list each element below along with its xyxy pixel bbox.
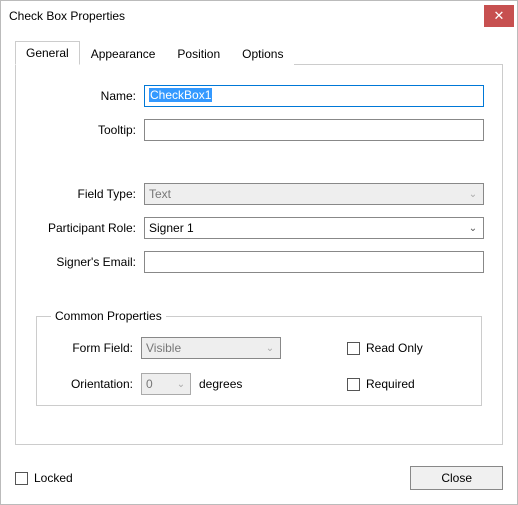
- required-label: Required: [366, 377, 415, 391]
- tab-general[interactable]: General: [15, 41, 80, 65]
- form-field-label: Form Field:: [51, 341, 141, 355]
- locked-checkbox[interactable]: Locked: [15, 471, 73, 485]
- titlebar: Check Box Properties ✕: [1, 1, 517, 31]
- participant-role-value: Signer 1: [149, 221, 194, 235]
- chevron-down-icon: ⌄: [465, 186, 481, 202]
- locked-label: Locked: [34, 471, 73, 485]
- tab-appearance[interactable]: Appearance: [80, 42, 167, 65]
- read-only-label: Read Only: [366, 341, 423, 355]
- orientation-value: 0: [146, 377, 153, 391]
- signers-email-input[interactable]: [144, 251, 484, 273]
- tooltip-label: Tooltip:: [34, 123, 144, 137]
- tab-options[interactable]: Options: [231, 42, 294, 65]
- name-input[interactable]: CheckBox1: [144, 85, 484, 107]
- window-title: Check Box Properties: [9, 9, 484, 23]
- required-checkbox[interactable]: Required: [347, 377, 467, 391]
- checkbox-icon: [347, 342, 360, 355]
- common-properties-group: Common Properties Form Field: Visible ⌄ …: [36, 309, 482, 406]
- participant-role-label: Participant Role:: [34, 221, 144, 235]
- field-type-value: Text: [149, 187, 171, 201]
- chevron-down-icon[interactable]: ⌄: [465, 220, 481, 236]
- form-field-value: Visible: [146, 341, 181, 355]
- form-field-select: Visible ⌄: [141, 337, 281, 359]
- dialog-window: Check Box Properties ✕ General Appearanc…: [0, 0, 518, 505]
- field-type-label: Field Type:: [34, 187, 144, 201]
- tabpage-general: Name: CheckBox1 Tooltip: Field Type: Tex…: [15, 65, 503, 445]
- close-icon[interactable]: ✕: [484, 5, 514, 27]
- degrees-label: degrees: [199, 377, 242, 391]
- dialog-footer: Locked Close: [15, 466, 503, 490]
- orientation-select: 0 ⌄: [141, 373, 191, 395]
- chevron-down-icon: ⌄: [174, 376, 188, 392]
- name-input-value: CheckBox1: [149, 88, 212, 102]
- field-type-select: Text ⌄: [144, 183, 484, 205]
- signers-email-label: Signer's Email:: [34, 255, 144, 269]
- content-area: General Appearance Position Options Name…: [1, 31, 517, 459]
- chevron-down-icon: ⌄: [262, 340, 278, 356]
- close-button[interactable]: Close: [410, 466, 503, 490]
- checkbox-icon: [15, 472, 28, 485]
- checkbox-icon: [347, 378, 360, 391]
- orientation-label: Orientation:: [51, 377, 141, 391]
- tab-position[interactable]: Position: [166, 42, 231, 65]
- common-properties-legend: Common Properties: [51, 309, 166, 323]
- name-label: Name:: [34, 89, 144, 103]
- tabstrip: General Appearance Position Options: [15, 41, 503, 65]
- participant-role-select[interactable]: Signer 1 ⌄: [144, 217, 484, 239]
- tooltip-input[interactable]: [144, 119, 484, 141]
- read-only-checkbox[interactable]: Read Only: [347, 341, 467, 355]
